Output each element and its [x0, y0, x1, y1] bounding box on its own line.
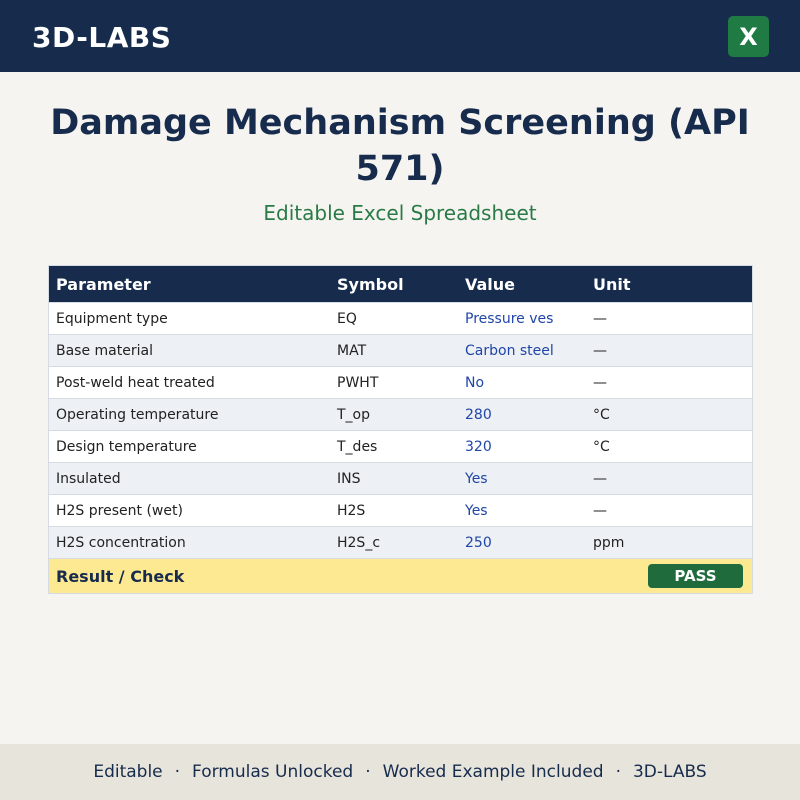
- brand-logo: 3D-LABS: [32, 21, 172, 54]
- column-header-value: Value: [465, 274, 516, 294]
- parameter-cell: Base material: [56, 342, 153, 359]
- footer-bar: Editable · Formulas Unlocked · Worked Ex…: [0, 744, 800, 800]
- result-label: Result / Check: [56, 566, 185, 586]
- table-header: Parameter Symbol Value Unit: [49, 266, 752, 302]
- page-title: Damage Mechanism Screening (API 571): [0, 100, 800, 192]
- parameter-cell: Design temperature: [56, 438, 197, 455]
- result-row: Result / Check PASS: [49, 558, 752, 593]
- parameter-cell: Insulated: [56, 470, 121, 487]
- pass-badge: PASS: [648, 564, 743, 588]
- parameter-table: Parameter Symbol Value Unit Equipment ty…: [48, 265, 753, 594]
- unit-cell: ppm: [593, 534, 625, 551]
- unit-cell: °C: [593, 438, 610, 455]
- unit-cell: —: [593, 502, 607, 519]
- page-subtitle: Editable Excel Spreadsheet: [263, 201, 537, 225]
- unit-cell: °C: [593, 406, 610, 423]
- table-row: Equipment type EQ Pressure ves —: [49, 302, 752, 334]
- footer-separator: ·: [174, 762, 181, 782]
- symbol-cell: PWHT: [337, 374, 379, 391]
- table-row: Base material MAT Carbon steel —: [49, 334, 752, 366]
- footer-separator: ·: [615, 762, 621, 782]
- footer-item-brand: 3D-LABS: [632, 762, 707, 782]
- table-row: H2S present (wet) H2S Yes —: [49, 494, 752, 526]
- value-cell[interactable]: 280: [465, 407, 593, 423]
- table-row: H2S concentration H2S_c 250 ppm: [49, 526, 752, 558]
- table-row: Design temperature T_des 320 °C: [49, 430, 752, 462]
- unit-cell: —: [593, 342, 607, 359]
- value-cell[interactable]: No: [465, 375, 593, 391]
- excel-icon[interactable]: X: [728, 16, 769, 57]
- value-cell[interactable]: Carbon steel: [465, 343, 593, 359]
- symbol-cell: MAT: [337, 342, 367, 359]
- symbol-cell: H2S: [337, 502, 366, 519]
- footer-item-editable: Editable: [93, 762, 163, 782]
- symbol-cell: EQ: [337, 310, 357, 327]
- value-cell[interactable]: Yes: [465, 503, 593, 519]
- parameter-cell: Post-weld heat treated: [56, 374, 215, 391]
- footer-separator: ·: [365, 762, 371, 782]
- value-cell[interactable]: 250: [465, 535, 593, 551]
- parameter-cell: Equipment type: [56, 310, 168, 327]
- parameter-cell: H2S present (wet): [56, 502, 183, 519]
- column-header-parameter: Parameter: [56, 274, 151, 294]
- footer-item-example: Worked Example Included: [382, 762, 604, 782]
- value-cell[interactable]: Yes: [465, 471, 593, 487]
- footer-item-formulas: Formulas Unlocked: [192, 762, 354, 782]
- unit-cell: —: [593, 310, 607, 327]
- top-bar: 3D-LABS X: [0, 0, 800, 72]
- symbol-cell: T_op: [337, 406, 371, 423]
- page-title-text: Damage Mechanism Screening (API 571): [50, 103, 750, 189]
- table-row: Insulated INS Yes —: [49, 462, 752, 494]
- unit-cell: —: [593, 374, 607, 391]
- value-cell[interactable]: 320: [465, 439, 593, 455]
- value-cell[interactable]: Pressure ves: [465, 311, 593, 327]
- table-row: Operating temperature T_op 280 °C: [49, 398, 752, 430]
- unit-cell: —: [593, 470, 607, 487]
- parameter-cell: Operating temperature: [56, 406, 219, 423]
- symbol-cell: INS: [337, 470, 361, 487]
- column-header-symbol: Symbol: [337, 274, 404, 294]
- symbol-cell: H2S_c: [337, 534, 381, 551]
- parameter-cell: H2S concentration: [56, 534, 186, 551]
- column-header-unit: Unit: [593, 274, 631, 294]
- symbol-cell: T_des: [337, 438, 378, 455]
- table-row: Post-weld heat treated PWHT No —: [49, 366, 752, 398]
